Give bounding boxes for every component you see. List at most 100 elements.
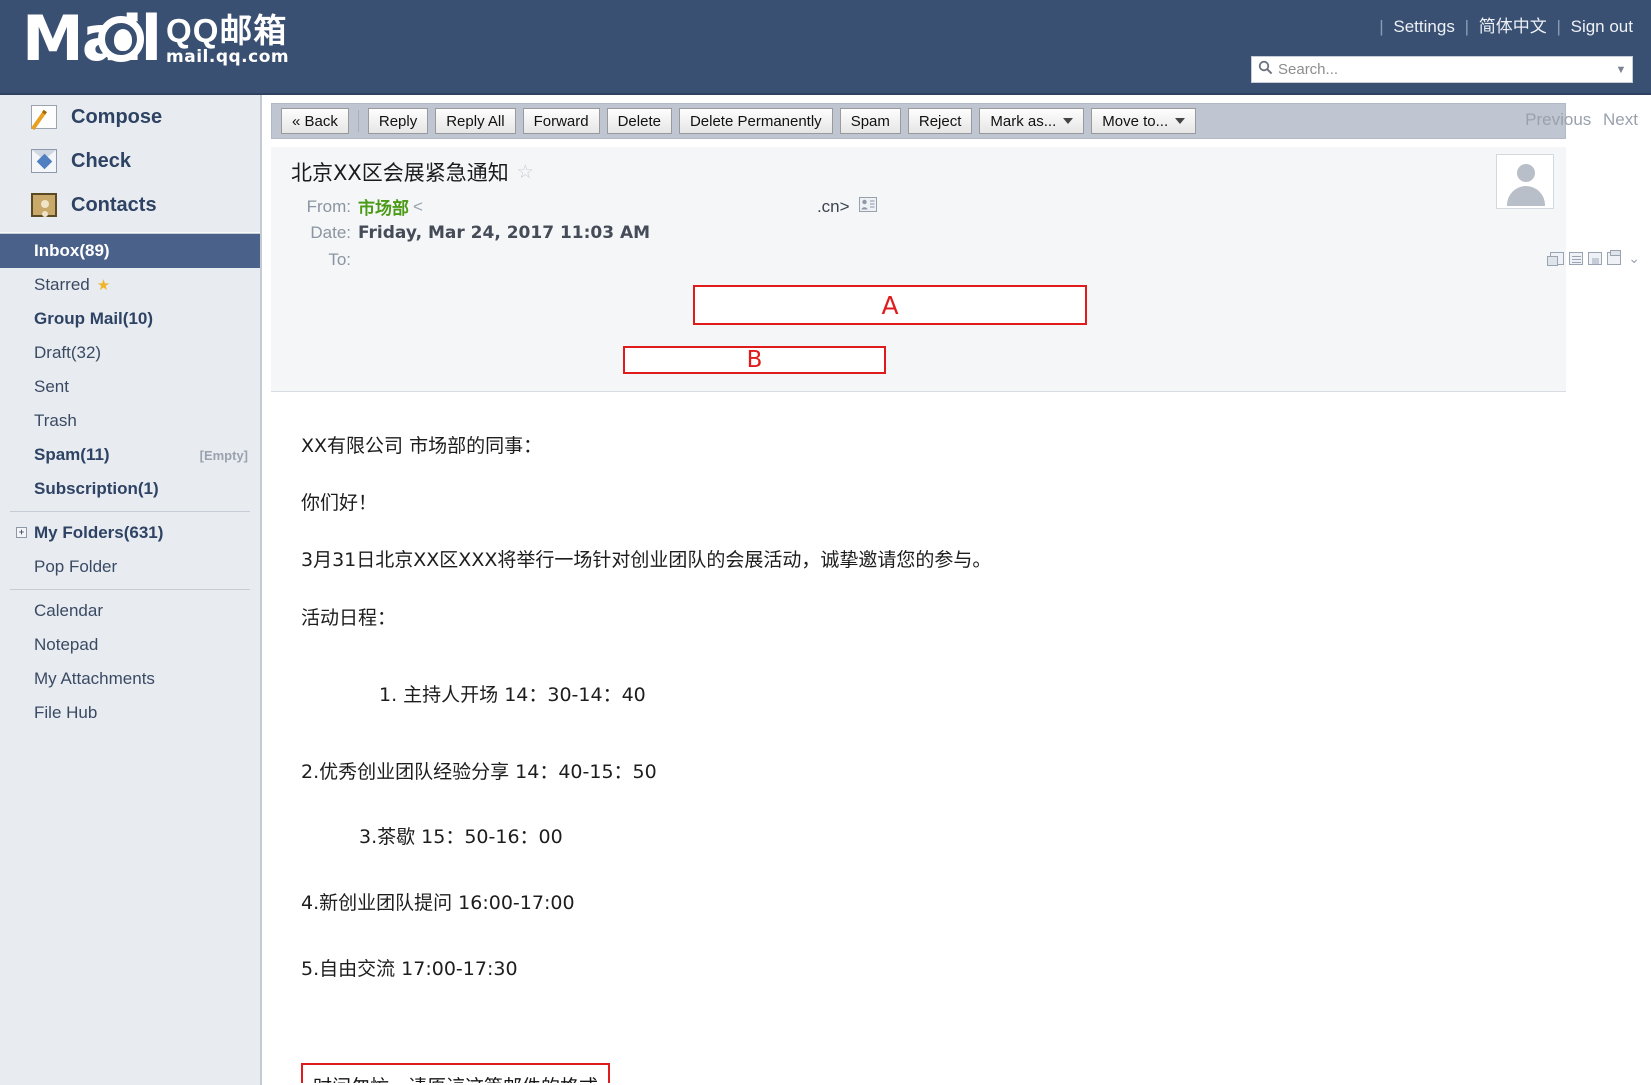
logo-chinese-name: QQ邮箱	[166, 12, 288, 49]
sidebar-item-file-hub[interactable]: File Hub	[0, 696, 260, 730]
avatar-body	[1507, 186, 1545, 206]
compose-icon	[31, 105, 57, 129]
language-link[interactable]: 简体中文	[1479, 17, 1547, 36]
mail-body: XX有限公司 市场部的同事： 你们好！ 3月31日北京XX区XXX将举行一场针对…	[271, 395, 1566, 1083]
link-separator-2: |	[1464, 17, 1469, 36]
search-input[interactable]	[1278, 58, 1610, 81]
logo-chinese-block: QQ邮箱 mail.qq.com	[166, 14, 289, 70]
mark-as-label: Mark as...	[990, 112, 1057, 130]
folder-label: Starred	[34, 275, 90, 294]
search-icon	[1258, 60, 1273, 80]
sidebar-item-spam[interactable]: Spam(11) [Empty]	[0, 438, 260, 472]
chevron-down-icon[interactable]: ⌄	[1628, 250, 1640, 267]
tool-label: Calendar	[34, 601, 103, 620]
folder-label: Sent	[34, 377, 69, 396]
sidebar-item-my-attachments[interactable]: My Attachments	[0, 662, 260, 696]
mail-action-toolbar: « Back Reply Reply All Forward Delete De…	[271, 103, 1566, 139]
back-button[interactable]: « Back	[281, 108, 349, 134]
search-box[interactable]: ▼	[1251, 56, 1633, 83]
star-outline-icon[interactable]: ☆	[517, 161, 534, 183]
forward-button[interactable]: Forward	[522, 108, 600, 134]
tool-label: My Attachments	[34, 669, 155, 688]
sidebar-divider	[10, 589, 250, 590]
sidebar-item-notepad[interactable]: Notepad	[0, 628, 260, 662]
chevron-down-icon	[1175, 118, 1186, 124]
move-to-label: Move to...	[1102, 112, 1169, 130]
avatar	[1496, 154, 1554, 209]
main-panel: « Back Reply Reply All Forward Delete De…	[268, 95, 1651, 1085]
date-row: Date: Friday, Mar 24, 2017 11:03 AM	[291, 223, 650, 243]
delete-permanently-button[interactable]: Delete Permanently	[678, 108, 833, 134]
body-line: 3月31日北京XX区XXX将举行一场针对创业团队的会展活动，诚挚邀请您的参与。	[301, 549, 992, 571]
tool-label: File Hub	[34, 703, 98, 722]
date-label: Date:	[310, 223, 351, 242]
note-icon[interactable]	[1569, 252, 1584, 265]
tool-label: Notepad	[34, 635, 99, 654]
qq-penguin-icon	[98, 16, 144, 62]
mail-subject: 北京XX区会展紧急通知 ☆	[291, 157, 534, 187]
folder-label: Pop Folder	[34, 557, 118, 576]
sidebar-item-draft[interactable]: Draft(32)	[0, 336, 260, 370]
expand-plus-icon[interactable]: +	[16, 527, 27, 538]
sidebar-item-compose[interactable]: Compose	[0, 95, 260, 139]
sidebar-item-sent[interactable]: Sent	[0, 370, 260, 404]
sidebar-item-label: Contacts	[71, 193, 157, 216]
agenda-item: 5.自由交流 17:00-17:30	[301, 958, 518, 980]
previous-link[interactable]: Previous	[1525, 110, 1591, 129]
move-to-dropdown[interactable]: Move to...	[1091, 108, 1197, 134]
agenda-item: 1. 主持人开场 14：30-14：40	[379, 684, 646, 706]
sign-out-link[interactable]: Sign out	[1571, 17, 1633, 36]
subject-text: 北京XX区会展紧急通知	[291, 161, 509, 185]
pagination-links: Previous Next	[1518, 110, 1638, 130]
sidebar-item-calendar[interactable]: Calendar	[0, 594, 260, 628]
redaction-box-b: B	[623, 346, 886, 374]
empty-spam-link[interactable]: [Empty]	[200, 448, 248, 463]
date-value: Friday, Mar 24, 2017 11:03 AM	[358, 223, 651, 243]
sidebar-item-contacts[interactable]: Contacts	[0, 183, 260, 227]
agenda-item: 2.优秀创业团队经验分享 14：40-15：50	[301, 761, 657, 783]
sidebar-item-my-folders[interactable]: + My Folders(631)	[0, 516, 260, 550]
envelope-icon	[31, 149, 57, 173]
footer-note-redbox: 时间匆忙，请原谅这篇邮件的格式	[301, 1063, 611, 1083]
reply-all-button[interactable]: Reply All	[435, 108, 516, 134]
delete-button[interactable]: Delete	[606, 108, 672, 134]
spam-button[interactable]: Spam	[839, 108, 901, 134]
sidebar-item-check[interactable]: Check	[0, 139, 260, 183]
folder-label: Inbox(89)	[34, 241, 110, 260]
print-icon[interactable]	[1607, 250, 1622, 265]
to-row: To:	[291, 250, 358, 270]
settings-link[interactable]: Settings	[1393, 17, 1454, 36]
link-separator-3: |	[1556, 17, 1561, 36]
save-icon[interactable]	[1588, 252, 1603, 265]
sidebar-item-subscription[interactable]: Subscription(1)	[0, 472, 260, 506]
toolbar-separator	[357, 110, 359, 132]
top-right-links: | Settings | 简体中文 | Sign out	[1374, 12, 1633, 37]
folder-label: Subscription(1)	[34, 479, 159, 498]
sidebar-item-trash[interactable]: Trash	[0, 404, 260, 438]
from-sender-name[interactable]: 市场部	[358, 194, 409, 219]
folder-label: Group Mail(10)	[34, 309, 154, 328]
sidebar-divider	[10, 511, 250, 512]
chevron-down-icon[interactable]: ▼	[1610, 64, 1632, 76]
folder-label: Draft(32)	[34, 343, 102, 362]
from-address-tail: .cn>	[816, 196, 850, 216]
from-row: From: 市场部 < .cn>	[291, 194, 877, 219]
sidebar-item-label: Compose	[71, 105, 163, 128]
mark-as-dropdown[interactable]: Mark as...	[979, 108, 1085, 134]
body-line: 活动日程：	[301, 607, 397, 629]
window-icon[interactable]	[1547, 252, 1565, 266]
agenda-item: 3.茶歇 15：50-16：00	[359, 826, 563, 848]
qq-mail-logo[interactable]: Mail QQ邮箱 mail.qq.com	[22, 8, 289, 70]
sidebar-item-group-mail[interactable]: Group Mail(10)	[0, 302, 260, 336]
reply-button[interactable]: Reply	[367, 108, 429, 134]
mail-header: 北京XX区会展紧急通知 ☆ From: 市场部 < .cn> Date: Fri…	[271, 147, 1566, 392]
next-link[interactable]: Next	[1603, 110, 1638, 129]
top-bar: Mail QQ邮箱 mail.qq.com | Settings | 简体中文 …	[0, 0, 1651, 95]
body-line: XX有限公司 市场部的同事：	[301, 435, 543, 457]
avatar-head	[1517, 164, 1535, 182]
sidebar-item-starred[interactable]: Starred ★	[0, 268, 260, 302]
sidebar-item-pop-folder[interactable]: Pop Folder	[0, 550, 260, 584]
add-contact-icon[interactable]	[858, 196, 877, 217]
reject-button[interactable]: Reject	[907, 108, 973, 134]
sidebar-item-inbox[interactable]: Inbox(89)	[0, 234, 260, 268]
